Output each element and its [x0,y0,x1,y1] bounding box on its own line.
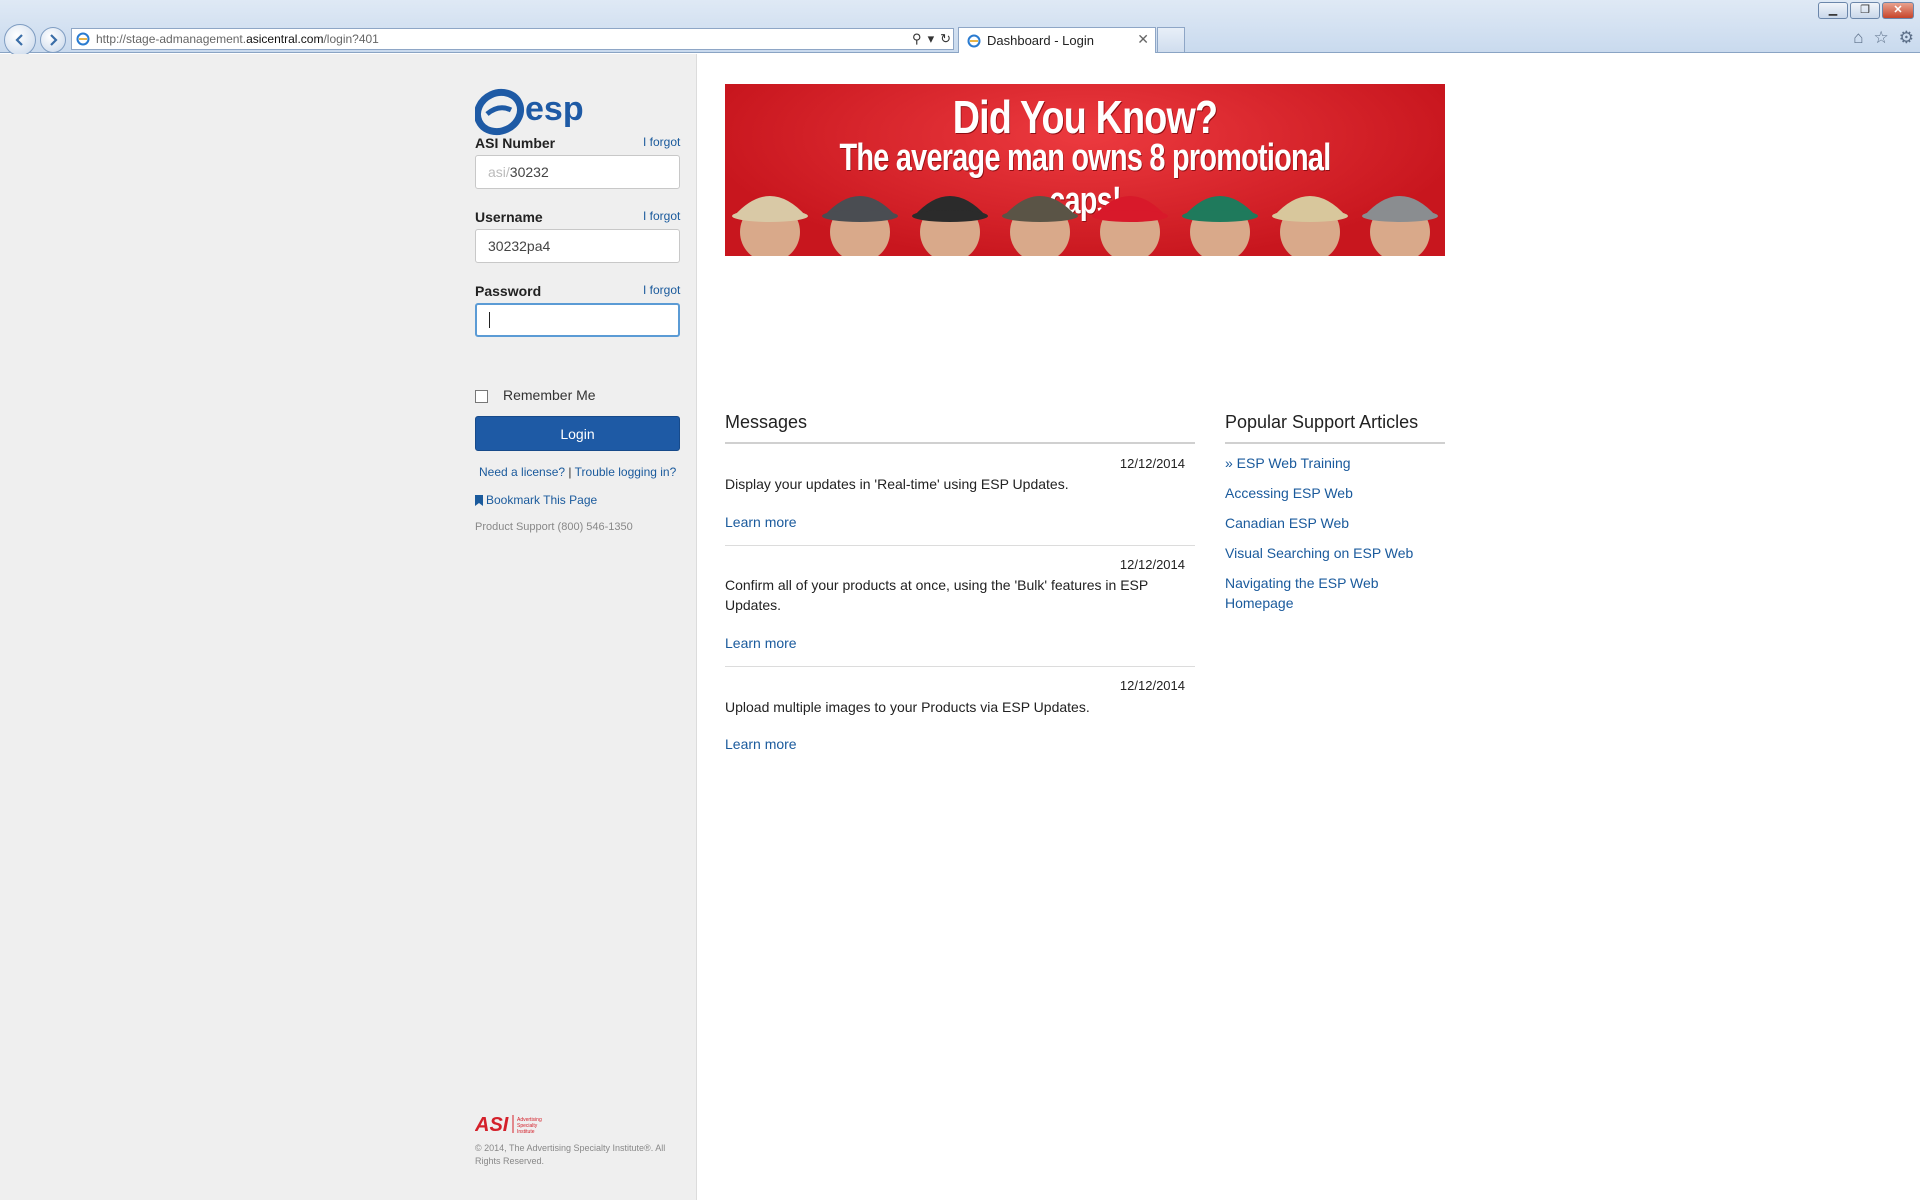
capped-face-icon [912,196,988,256]
forgot-password-link[interactable]: I forgot [643,283,680,297]
search-icon[interactable]: ⚲ [912,31,922,47]
messages-title: Messages [725,412,808,432]
username-label: Username [475,209,543,225]
login-button[interactable]: Login [475,416,680,451]
ie-page-icon [76,32,90,46]
home-icon[interactable]: ⌂ [1853,28,1863,48]
dropdown-icon[interactable]: ▾ [928,31,935,47]
asi-logo-text: ASI [475,1114,509,1135]
message-divider [725,545,1195,546]
bookmark-label: Bookmark This Page [486,493,598,507]
link-separator: | [568,465,572,479]
bookmark-page-link[interactable]: Bookmark This Page [475,493,597,507]
messages-divider [725,442,1195,444]
copyright-text: © 2014, The Advertising Specialty Instit… [475,1143,666,1166]
browser-tab[interactable]: Dashboard - Login ✕ [958,27,1156,53]
svg-text:Institute: Institute [517,1129,535,1135]
remember-me-checkbox[interactable] [475,390,488,403]
url-prefix: http://stage-admanagement. [96,32,247,46]
help-links: Need a license? | Trouble logging in? [479,465,676,479]
window-controls: ▁ ❐ ✕ [1818,2,1914,19]
message-text: Confirm all of your products at once, us… [725,577,1148,613]
cap-faces-illustration [732,196,1438,256]
arrow-right-icon [50,34,58,46]
asi-number-input[interactable]: asi/30232 [475,155,680,189]
capped-face-icon [822,196,898,256]
did-you-know-banner[interactable]: Did You Know? The average man owns 8 pro… [725,84,1445,256]
capped-face-icon [1362,196,1438,256]
esp-logo-text: esp [525,90,584,128]
favorites-star-icon[interactable]: ☆ [1874,28,1889,48]
refresh-icon[interactable]: ↻ [940,31,951,47]
article-link-canadian-esp-web[interactable]: Canadian ESP Web [1225,513,1425,533]
password-label: Password [475,283,542,299]
forgot-username-link[interactable]: I forgot [643,209,680,223]
capped-face-icon [1092,196,1168,256]
capped-face-icon [1182,196,1258,256]
message-divider [725,666,1195,667]
close-window-button[interactable]: ✕ [1882,2,1914,19]
trouble-logging-in-link[interactable]: Trouble logging in? [575,465,677,479]
article-link-navigating-homepage[interactable]: Navigating the ESP Web Homepage [1225,573,1425,613]
article-link-accessing-esp-web[interactable]: Accessing ESP Web [1225,483,1425,503]
message-text: Display your updates in 'Real-time' usin… [725,476,1069,492]
message-date: 12/12/2014 [1119,456,1185,471]
asi-logo: ASI Advertising Specialty Institute [475,1114,542,1135]
restore-button[interactable]: ❐ [1850,2,1880,19]
login-sidebar: esp ASI Number I forgot asi/30232 Userna… [0,54,697,1200]
close-tab-icon[interactable]: ✕ [1137,31,1149,48]
product-support-phone: Product Support (800) 546-1350 [475,521,633,533]
username-input[interactable]: 30232pa4 [475,229,680,263]
forward-button[interactable] [40,27,66,53]
minimize-button[interactable]: ▁ [1818,2,1848,19]
support-articles-title: Popular Support Articles [1225,412,1419,432]
username-value: 30232pa4 [488,238,551,254]
learn-more-link[interactable]: Learn more [725,736,797,752]
message-date: 12/12/2014 [1119,678,1185,693]
url-host: asicentral.com [246,32,324,46]
arrow-left-icon [15,34,23,46]
text-cursor [489,312,490,328]
asi-number-value: 30232 [509,164,549,180]
asi-prefix: asi/ [488,164,510,180]
articles-divider [1225,442,1445,444]
new-tab-button[interactable] [1157,27,1185,52]
gear-icon[interactable]: ⚙ [1899,28,1914,48]
message-text: Upload multiple images to your Products … [725,699,1090,715]
ie-page-icon [967,34,981,47]
capped-face-icon [732,196,808,256]
asi-number-label: ASI Number [475,135,556,151]
esp-logo: esp [475,88,584,136]
article-link-visual-searching[interactable]: Visual Searching on ESP Web [1225,543,1425,563]
tab-title: Dashboard - Login [987,33,1094,48]
forgot-asi-number-link[interactable]: I forgot [643,135,680,149]
capped-face-icon [1272,196,1348,256]
learn-more-link[interactable]: Learn more [725,514,797,530]
capped-face-icon [1002,196,1078,256]
article-link-esp-web-training[interactable]: » ESP Web Training [1225,453,1425,473]
bookmark-icon [475,494,483,506]
browser-toolbar-right: ⌂ ☆ ⚙ [1853,28,1914,48]
learn-more-link[interactable]: Learn more [725,635,797,651]
url-path: /login?401 [323,32,379,46]
remember-me-label[interactable]: Remember Me [503,387,596,403]
browser-chrome: http://stage-admanagement. asicentral.com… [0,0,1920,56]
address-bar[interactable]: http://stage-admanagement. asicentral.com… [71,28,954,50]
banner-title: Did You Know? [952,91,1218,143]
back-button[interactable] [4,24,36,56]
need-license-link[interactable]: Need a license? [479,465,565,479]
password-input[interactable] [475,303,680,337]
message-date: 12/12/2014 [1119,557,1185,572]
